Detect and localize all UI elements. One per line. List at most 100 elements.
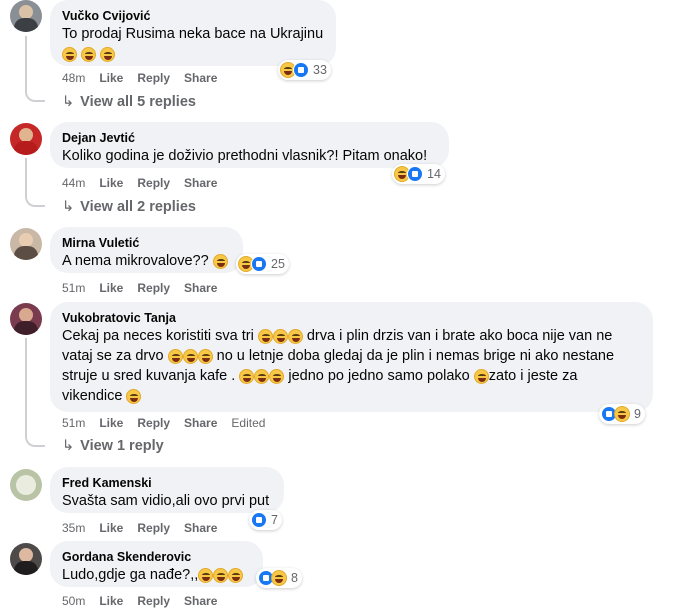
like-reaction-icon: [251, 512, 267, 528]
view-replies-link[interactable]: ↳ View all 2 replies: [62, 199, 196, 215]
like-reaction-icon: [251, 256, 267, 272]
comment-actions: 48m Like Reply Share: [62, 71, 231, 85]
grinning-emoji-icon: [287, 328, 303, 344]
share-button[interactable]: Share: [184, 521, 217, 535]
commenter-name[interactable]: Mirna Vuletić: [62, 235, 231, 251]
reaction-summary[interactable]: 8: [256, 568, 302, 588]
comment-text-body: To prodaj Rusima neka bace na Ukrajinu: [62, 26, 324, 42]
thread-line: [25, 338, 45, 447]
comment-text-body: A nema mikrovalove??: [62, 253, 209, 269]
smiling-emoji-icon: [126, 388, 142, 404]
like-button[interactable]: Like: [99, 176, 123, 190]
thread-line: [25, 158, 45, 207]
smiling-emoji-icon: [473, 368, 489, 384]
reply-button[interactable]: Reply: [137, 71, 170, 85]
avatar[interactable]: [10, 543, 42, 575]
like-button[interactable]: Like: [99, 71, 123, 85]
view-replies-label: View 1 reply: [80, 438, 164, 454]
laughing-emoji-icon: [213, 567, 229, 583]
reply-arrow-icon: ↳: [62, 199, 75, 215]
laughing-emoji-icon: [167, 348, 183, 364]
avatar[interactable]: [10, 228, 42, 260]
reaction-count: 9: [634, 407, 641, 421]
thread-line: [25, 36, 45, 102]
reaction-summary[interactable]: 25: [236, 254, 289, 274]
share-button[interactable]: Share: [184, 594, 217, 608]
commenter-name[interactable]: Fred Kamenski: [62, 475, 272, 491]
reply-button[interactable]: Reply: [137, 281, 170, 295]
commenter-name[interactable]: Dejan Jevtić: [62, 130, 437, 146]
comment-text: Ludo,gdje ga nađe?,,: [62, 565, 251, 585]
comment-actions: 44m Like Reply Share: [62, 176, 231, 190]
like-button[interactable]: Like: [99, 594, 123, 608]
rofl-emoji-icon: [254, 368, 270, 384]
comment-text-segment: jedno po jedno samo polako: [288, 368, 470, 384]
view-replies-label: View all 2 replies: [80, 199, 196, 215]
comment-actions: 50m Like Reply Share: [62, 594, 231, 608]
avatar[interactable]: [10, 0, 42, 32]
reply-button[interactable]: Reply: [137, 416, 170, 430]
reaction-count: 25: [271, 257, 285, 271]
reaction-count: 33: [313, 63, 327, 77]
view-replies-label: View all 5 replies: [80, 94, 196, 110]
comment-text-segment: Cekaj pa neces koristiti sva tri: [62, 328, 254, 344]
comment-text-body: Ludo,gdje ga nađe?,,: [62, 567, 199, 583]
comment-bubble: Vukobratovic Tanja Cekaj pa neces korist…: [50, 302, 653, 412]
comment-time[interactable]: 44m: [62, 176, 85, 190]
comment-time[interactable]: 48m: [62, 71, 85, 85]
view-replies-link[interactable]: ↳ View 1 reply: [62, 438, 164, 454]
avatar[interactable]: [10, 303, 42, 335]
reaction-summary[interactable]: 9: [599, 404, 645, 424]
reply-button[interactable]: Reply: [137, 176, 170, 190]
reaction-summary[interactable]: 33: [278, 60, 331, 80]
laughing-emoji-icon: [228, 567, 244, 583]
commenter-name[interactable]: Vukobratovic Tanja: [62, 310, 641, 326]
comment-bubble: Dejan Jevtić Koliko godina je doživio pr…: [50, 122, 449, 168]
comment-bubble: Mirna Vuletić A nema mikrovalove??: [50, 227, 243, 273]
avatar[interactable]: [10, 123, 42, 155]
like-button[interactable]: Like: [99, 416, 123, 430]
comment-bubble: Fred Kamenski Svašta sam vidio,ali ovo p…: [50, 467, 284, 513]
comment-time[interactable]: 51m: [62, 416, 85, 430]
reaction-count: 7: [271, 513, 278, 527]
haha-reaction-icon: [271, 570, 287, 586]
grinning-emoji-icon: [269, 368, 285, 384]
share-button[interactable]: Share: [184, 281, 217, 295]
comment-text: To prodaj Rusima neka bace na Ukrajinu: [62, 24, 324, 64]
commenter-name[interactable]: Vučko Cvijović: [62, 8, 324, 24]
reaction-count: 8: [291, 571, 298, 585]
comment-time[interactable]: 51m: [62, 281, 85, 295]
comment-time[interactable]: 35m: [62, 521, 85, 535]
comment-text-segment: zato i jeste za: [488, 368, 578, 384]
like-button[interactable]: Like: [99, 281, 123, 295]
avatar[interactable]: [10, 469, 42, 501]
share-button[interactable]: Share: [184, 176, 217, 190]
reply-button[interactable]: Reply: [137, 594, 170, 608]
share-button[interactable]: Share: [184, 416, 217, 430]
comment-text: Svašta sam vidio,ali ovo prvi put: [62, 493, 270, 509]
comment-text: Cekaj pa neces koristiti sva tri drva i …: [62, 326, 641, 406]
reply-arrow-icon: ↳: [62, 94, 75, 110]
like-reaction-icon: [407, 166, 423, 182]
laughing-emoji-icon: [239, 368, 255, 384]
comment-text-segment: vataj se za drvo: [62, 348, 164, 364]
comment-text-segment: no u letnje doba gledaj da je plin i nem…: [216, 348, 615, 364]
haha-reaction-icon: [614, 406, 630, 422]
view-replies-link[interactable]: ↳ View all 5 replies: [62, 94, 196, 110]
reaction-summary[interactable]: 14: [392, 164, 445, 184]
comment-text: Koliko godina je doživio prethodni vlasn…: [62, 148, 428, 164]
reaction-count: 14: [427, 167, 441, 181]
reply-button[interactable]: Reply: [137, 521, 170, 535]
share-button[interactable]: Share: [184, 71, 217, 85]
comment-bubble: Vučko Cvijović To prodaj Rusima neka bac…: [50, 0, 336, 66]
reply-arrow-icon: ↳: [62, 438, 75, 454]
commenter-name[interactable]: Gordana Skenderovic: [62, 549, 251, 565]
like-reaction-icon: [293, 62, 309, 78]
grimacing-emoji-icon: [212, 253, 228, 269]
comment-bubble: Gordana Skenderovic Ludo,gdje ga nađe?,,: [50, 541, 263, 587]
comment-time[interactable]: 50m: [62, 594, 85, 608]
like-button[interactable]: Like: [99, 521, 123, 535]
comment-actions: 51m Like Reply Share: [62, 281, 231, 295]
reaction-summary[interactable]: 7: [249, 510, 282, 530]
rofl-emoji-icon: [272, 328, 288, 344]
